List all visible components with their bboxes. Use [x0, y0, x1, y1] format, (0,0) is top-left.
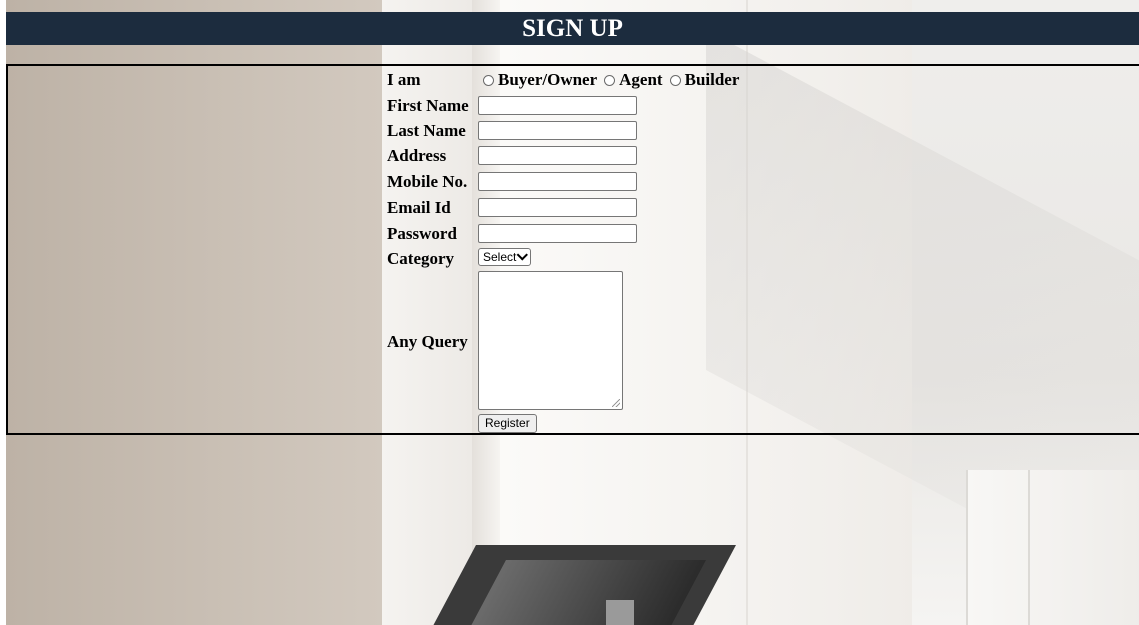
password-label: Password [387, 224, 457, 243]
query-textarea[interactable] [478, 271, 623, 410]
address-input[interactable] [478, 146, 637, 165]
category-select[interactable]: Select [478, 248, 532, 266]
role-option-agent[interactable]: Agent [597, 70, 663, 90]
radio-agent[interactable] [604, 74, 616, 86]
radio-builder[interactable] [669, 74, 681, 86]
query-label: Any Query [387, 332, 468, 351]
resize-handle-icon[interactable] [612, 399, 620, 407]
role-label: I am [387, 70, 421, 89]
email-input[interactable] [478, 198, 637, 217]
category-label: Category [387, 249, 455, 268]
category-selected-value: Select [483, 250, 517, 264]
mobile-input[interactable] [478, 172, 637, 191]
last-name-label: Last Name [387, 121, 466, 140]
chevron-down-icon [516, 249, 529, 261]
role-radio-group: Buyer/Owner Agent Builder [480, 70, 739, 90]
page-title: SIGN UP [6, 12, 1139, 45]
role-option-label: Agent [619, 70, 663, 89]
role-option-buyer-owner[interactable]: Buyer/Owner [480, 70, 597, 90]
role-option-label: Buyer/Owner [498, 70, 598, 89]
mobile-label: Mobile No. [387, 172, 468, 191]
last-name-input[interactable] [478, 121, 637, 140]
first-name-label: First Name [387, 96, 469, 115]
register-button[interactable]: Register [478, 414, 537, 433]
radio-buyer-owner[interactable] [483, 74, 494, 86]
password-input[interactable] [478, 224, 637, 243]
first-name-input[interactable] [478, 96, 637, 115]
role-option-label: Builder [684, 70, 740, 89]
role-option-builder[interactable]: Builder [663, 70, 740, 90]
email-label: Email Id [387, 198, 451, 217]
address-label: Address [387, 146, 447, 165]
